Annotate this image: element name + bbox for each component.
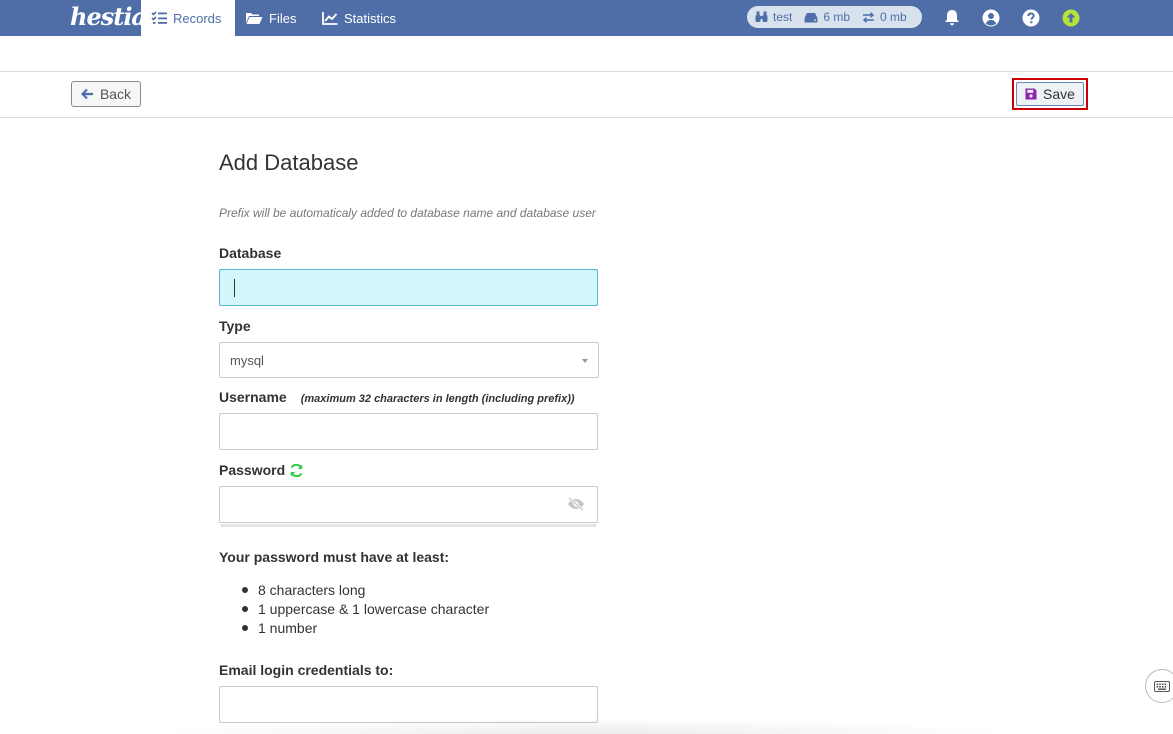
requirement-item: 1 number (242, 620, 489, 639)
type-label: Type (219, 318, 251, 334)
help-button[interactable] (1021, 8, 1040, 27)
tab-statistics-label: Statistics (344, 10, 397, 26)
password-strength-bar (221, 524, 596, 527)
arrow-left-icon (80, 88, 93, 100)
folder-open-icon (246, 13, 263, 24)
save-button-label: Save (1043, 86, 1075, 102)
back-button-label: Back (99, 86, 132, 102)
type-select-value: mysql (230, 353, 264, 368)
tab-records-label: Records (173, 10, 222, 26)
refresh-icon[interactable] (289, 463, 304, 478)
password-label-text: Password (219, 462, 286, 478)
profile-button[interactable] (981, 8, 1000, 27)
username-label-text: Username (219, 389, 287, 405)
password-input[interactable] (219, 486, 598, 523)
floppy-disk-icon (1025, 88, 1037, 100)
eye-slash-icon[interactable] (567, 497, 585, 511)
tab-records[interactable]: Records (141, 0, 235, 36)
username-length-note: (maximum 32 characters in length (includ… (300, 393, 575, 405)
divider-bottom (0, 117, 1173, 118)
page-title: Add Database (219, 150, 359, 175)
arrow-up-circle-icon (1062, 9, 1079, 26)
save-button[interactable]: Save (1016, 82, 1084, 106)
usage-user: test (773, 10, 793, 24)
type-select[interactable]: mysql (219, 342, 599, 378)
keyboard-shortcuts-button[interactable] (1145, 669, 1173, 703)
bell-icon (944, 10, 959, 26)
chevron-down-icon (582, 359, 588, 363)
tab-statistics[interactable]: Statistics (322, 0, 412, 36)
requirement-item: 8 characters long (242, 582, 489, 601)
divider-top (0, 71, 1173, 72)
save-button-highlight: Save (1012, 78, 1088, 110)
arrows-exchange-icon (862, 11, 875, 23)
user-circle-icon (982, 9, 999, 26)
password-requirements-list: 8 characters long 1 uppercase & 1 lowerc… (242, 582, 489, 639)
top-navigation-bar: hestia Records Files Statistics test 6 m… (0, 0, 1173, 36)
hestia-logo[interactable]: hestia (70, 2, 147, 34)
update-button[interactable] (1061, 8, 1080, 27)
password-requirements-title: Your password must have at least: (219, 549, 450, 565)
back-button[interactable]: Back (71, 81, 141, 107)
chart-line-icon (322, 12, 338, 25)
binoculars-icon (755, 11, 768, 22)
password-label: Password (219, 462, 304, 478)
database-input[interactable] (219, 269, 598, 306)
logo-text: hestia (70, 2, 147, 31)
requirement-item: 1 uppercase & 1 lowercase character (242, 601, 489, 620)
list-check-icon (151, 11, 167, 24)
tab-files[interactable]: Files (245, 0, 311, 36)
notifications-button[interactable] (942, 8, 961, 27)
usage-summary[interactable]: test 6 mb 0 mb (747, 6, 922, 28)
username-input[interactable] (219, 413, 598, 450)
hdd-icon (804, 12, 818, 22)
database-label: Database (219, 245, 282, 261)
keyboard-icon (1154, 680, 1170, 692)
username-label: Username (maximum 32 characters in length… (219, 389, 575, 405)
bottom-shadow (150, 718, 1010, 734)
usage-disk: 6 mb (823, 10, 851, 24)
prefix-hint: Prefix will be automaticaly added to dat… (219, 206, 596, 220)
usage-bandwidth: 0 mb (880, 10, 907, 24)
tab-files-label: Files (269, 10, 297, 26)
question-circle-icon (1022, 9, 1039, 26)
text-caret (234, 279, 235, 297)
email-label: Email login credentials to: (219, 662, 394, 678)
